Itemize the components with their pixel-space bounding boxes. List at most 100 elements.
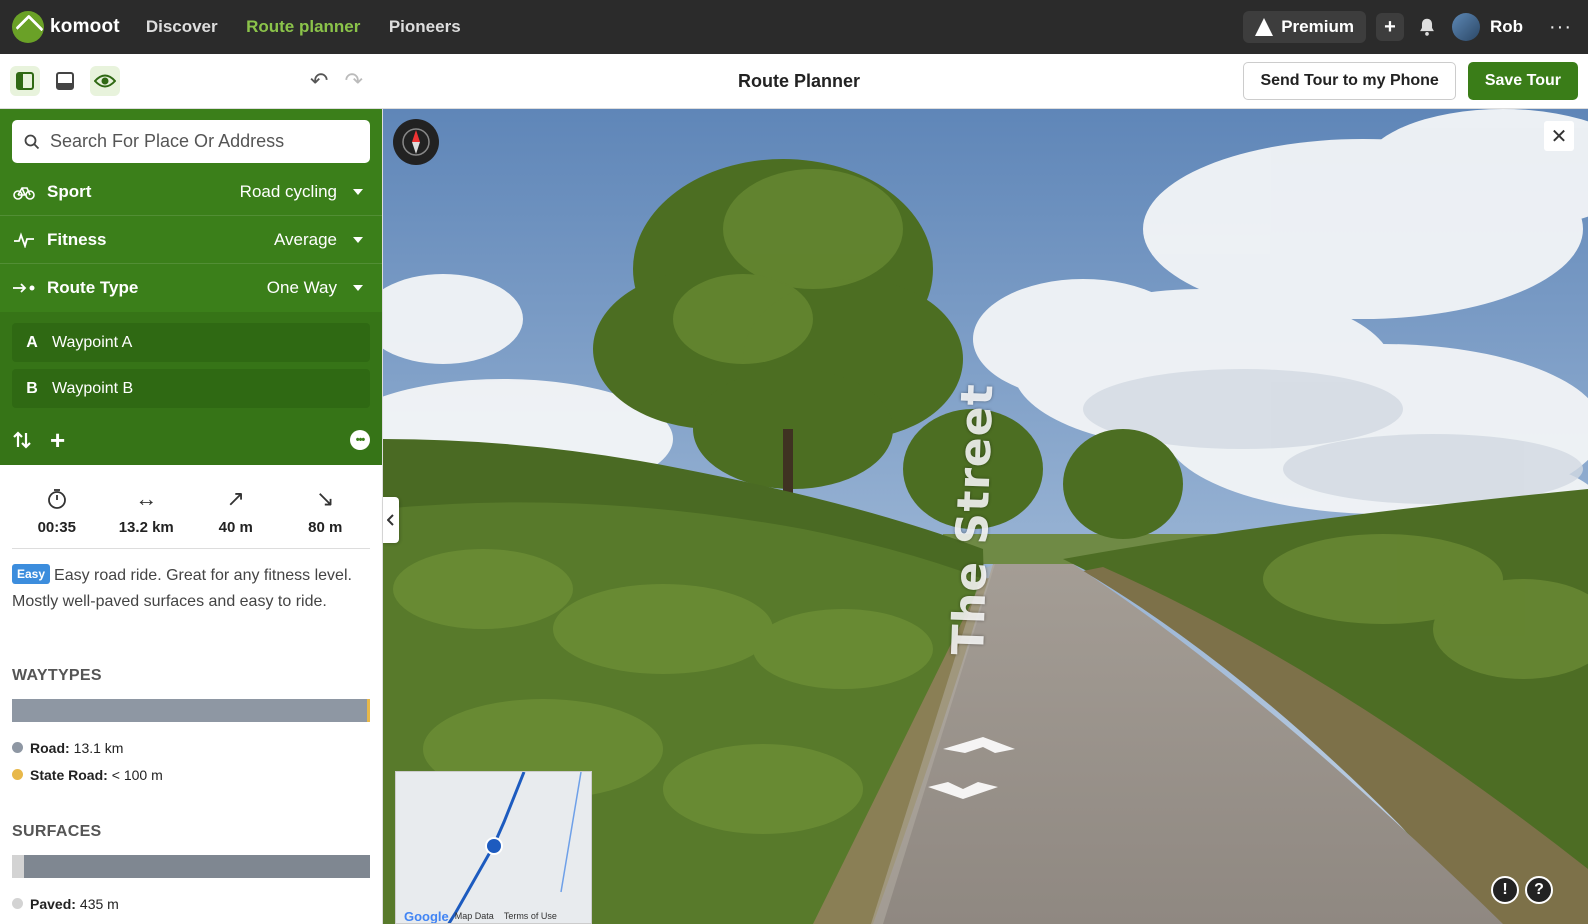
legend-dot — [12, 742, 23, 753]
tour-stats: 00:35 ↔ 13.2 km ↗ 40 m ↘ 80 m — [12, 486, 371, 549]
planner-settings-panel: Search For Place Or Address Sport Road c… — [0, 109, 382, 465]
undo-icon[interactable]: ↶ — [310, 68, 328, 94]
nav-discover[interactable]: Discover — [146, 17, 218, 36]
fitness-value: Average — [273, 229, 337, 249]
route-type-label: Route Type — [47, 278, 139, 297]
nav-route-planner[interactable]: Route planner — [246, 17, 360, 36]
stat-duration: 00:35 — [12, 487, 102, 536]
premium-button[interactable]: Premium — [1243, 11, 1366, 43]
komoot-logo[interactable]: komoot — [12, 11, 120, 43]
send-to-phone-button[interactable]: Send Tour to my Phone — [1243, 62, 1456, 100]
planner-toolbar: ↶ ↷ Route Planner Send Tour to my Phone … — [0, 54, 1588, 109]
duration-value: 00:35 — [37, 519, 76, 536]
exclamation-icon: ! — [1502, 881, 1508, 898]
street-view-minimap[interactable]: Google Map Data Terms of Use — [395, 771, 592, 924]
premium-mountain-icon — [1255, 18, 1274, 36]
surfaces-legend: Paved: 435 m — [12, 890, 370, 917]
difficulty-badge: Easy — [12, 564, 51, 584]
add-waypoint-icon[interactable]: + — [50, 425, 65, 456]
search-input[interactable]: Search For Place Or Address — [12, 120, 370, 163]
compass-button[interactable] — [393, 119, 439, 165]
map-data-link[interactable]: Map Data — [455, 911, 494, 921]
legend-item-road: Road: 13.1 km — [12, 734, 370, 761]
bell-icon[interactable] — [1416, 16, 1438, 38]
waypoint-a[interactable]: A Waypoint A — [12, 323, 370, 362]
avatar[interactable] — [1451, 13, 1480, 41]
waytypes-legend: Road: 13.1 km State Road: < 100 m — [12, 734, 370, 788]
waytypes-bar[interactable] — [12, 699, 370, 722]
uphill-arrow-icon: ↗ — [226, 486, 245, 511]
create-button[interactable]: + — [1375, 13, 1404, 41]
surfaces-title: SURFACES — [12, 823, 102, 840]
terms-link[interactable]: Terms of Use — [504, 911, 557, 921]
waypoint-name: Waypoint A — [52, 333, 133, 351]
pulse-icon — [12, 231, 36, 248]
nav-pioneers[interactable]: Pioneers — [389, 17, 461, 36]
more-options-icon[interactable]: ••• — [350, 430, 370, 450]
legend-item-paved: Paved: 435 m — [12, 890, 370, 917]
user-name[interactable]: Rob — [1490, 17, 1523, 37]
legend-value: < 100 m — [111, 766, 163, 783]
sport-label: Sport — [47, 181, 92, 201]
minimap-route-view — [447, 772, 582, 923]
swap-icon[interactable] — [12, 430, 32, 450]
main-nav: Discover Route planner Pioneers — [146, 17, 485, 37]
sidebar-layout-icon — [16, 72, 34, 90]
chevron-down-icon — [353, 188, 363, 195]
fitness-label: Fitness — [47, 229, 107, 249]
distance-value: 13.2 km — [118, 519, 174, 536]
sport-selector[interactable]: Sport Road cycling — [0, 168, 382, 216]
chevron-left-icon — [387, 514, 394, 526]
waypoint-list: A Waypoint A B Waypoint B + ••• — [0, 312, 382, 465]
legend-value: 435 m — [79, 895, 119, 912]
question-icon: ? — [1534, 881, 1544, 898]
waytypes-title: WAYTYPES — [12, 667, 102, 684]
legend-item-state-road: State Road: < 100 m — [12, 761, 370, 788]
bottom-panel-layout-icon — [56, 72, 74, 90]
bottom-panel-toggle-button[interactable] — [50, 66, 80, 96]
collapse-sidebar-button[interactable] — [383, 497, 399, 543]
plus-icon: + — [1384, 15, 1396, 38]
stat-distance: ↔ 13.2 km — [102, 486, 192, 536]
chevron-down-icon — [353, 285, 363, 291]
waypoint-actions: + ••• — [12, 415, 370, 465]
help-button[interactable]: ? — [1525, 876, 1553, 904]
legend-dot — [12, 769, 23, 780]
top-right-actions: Premium + Rob ··· — [1243, 11, 1572, 43]
street-name-label: The Street — [943, 382, 1004, 656]
stopwatch-icon — [12, 487, 102, 511]
downhill-value: 80 m — [308, 519, 343, 536]
compass-icon — [402, 128, 430, 156]
downhill-arrow-icon: ↘ — [316, 486, 335, 511]
route-type-selector[interactable]: Route Type One Way — [0, 264, 382, 312]
history-controls: ↶ ↷ — [310, 68, 363, 94]
chevron-down-icon — [353, 236, 363, 243]
top-navigation-bar: komoot Discover Route planner Pioneers P… — [0, 0, 1588, 54]
brand-name: komoot — [50, 16, 120, 37]
legend-label: Road: — [30, 739, 70, 756]
street-view-panorama[interactable]: The Street ✕ Google Map Data Terms of Us… — [383, 109, 1588, 924]
eye-icon — [94, 74, 116, 88]
route-type-value: One Way — [266, 278, 337, 297]
waypoint-b[interactable]: B Waypoint B — [12, 369, 370, 408]
one-way-arrow-icon — [12, 282, 36, 294]
toolbar-actions: Send Tour to my Phone Save Tour — [1243, 62, 1578, 100]
more-menu-icon[interactable]: ··· — [1549, 16, 1572, 39]
fitness-selector[interactable]: Fitness Average — [0, 216, 382, 264]
waypoint-letter: A — [26, 333, 38, 351]
close-street-view-button[interactable]: ✕ — [1544, 121, 1574, 151]
report-problem-button[interactable]: ! — [1491, 876, 1519, 904]
surfaces-bar[interactable] — [12, 855, 370, 878]
bicycle-icon — [12, 184, 36, 200]
difficulty-description: Easy Easy road ride. Great for any fitnes… — [12, 563, 370, 615]
legend-value: 13.1 km — [73, 739, 124, 756]
sidebar-toggle-button[interactable] — [10, 66, 40, 96]
waypoint-letter: B — [26, 379, 38, 397]
legend-dot — [12, 898, 23, 909]
redo-icon[interactable]: ↷ — [344, 68, 362, 94]
paved-segment — [12, 855, 24, 878]
save-tour-button[interactable]: Save Tour — [1467, 62, 1578, 100]
stat-downhill: ↘ 80 m — [281, 486, 371, 536]
street-view-toggle-button[interactable] — [90, 66, 120, 96]
minimap-attribution: Google Map Data Terms of Use — [396, 909, 591, 924]
